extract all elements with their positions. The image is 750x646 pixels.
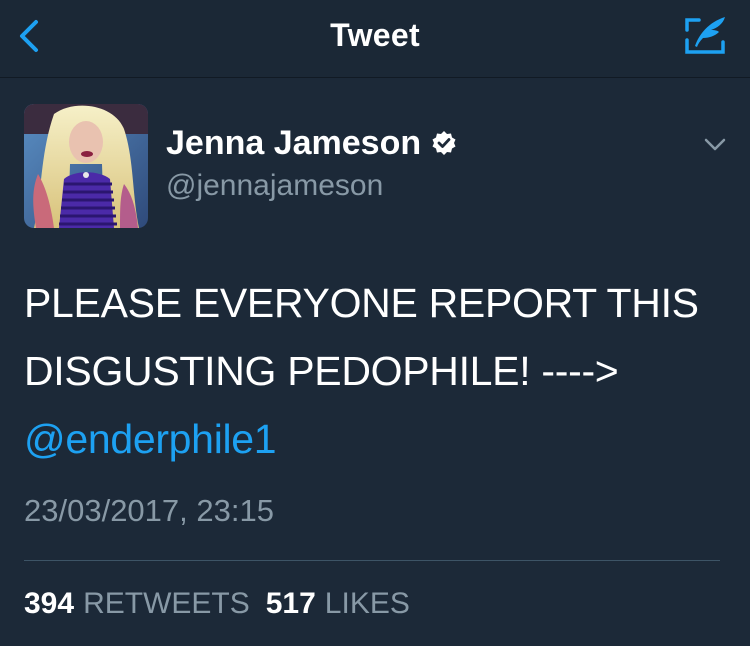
likes-label: LIKES: [324, 587, 410, 620]
compose-tweet-button[interactable]: [683, 14, 729, 56]
author-name[interactable]: Jenna Jameson: [166, 124, 421, 163]
profile-photo: [24, 104, 148, 228]
verified-badge-icon: [432, 131, 456, 155]
mention-link[interactable]: @enderphile1: [24, 405, 734, 473]
divider: [24, 560, 720, 561]
tweet-stats: 394 RETWEETS 517 LIKES: [24, 587, 410, 621]
tweet-timestamp: 23/03/2017, 23:15: [24, 493, 274, 528]
retweets-label: RETWEETS: [83, 587, 250, 620]
tweet-detail: Jenna Jameson @jennajameson PLEASE EVERY…: [0, 79, 750, 646]
avatar[interactable]: [24, 104, 148, 228]
navigation-bar: Tweet: [0, 0, 750, 78]
compose-tweet-icon: [685, 17, 725, 54]
author-name-row[interactable]: Jenna Jameson: [166, 123, 457, 163]
likes-count: 517: [265, 587, 316, 620]
tweet-text-line: DISGUSTING PEDOPHILE! ---->: [24, 348, 619, 394]
author-handle[interactable]: @jennajameson: [166, 169, 383, 203]
tweet-options-button[interactable]: [703, 137, 727, 153]
likes-stat[interactable]: 517 LIKES: [266, 587, 410, 621]
chevron-down-icon: [704, 138, 726, 151]
retweets-stat[interactable]: 394 RETWEETS: [24, 587, 250, 621]
tweet-text: PLEASE EVERYONE REPORT THIS DISGUSTING P…: [24, 269, 734, 473]
page-title: Tweet: [330, 17, 420, 53]
tweet-text-line: PLEASE EVERYONE REPORT THIS: [24, 280, 699, 326]
retweets-count: 394: [24, 587, 75, 620]
